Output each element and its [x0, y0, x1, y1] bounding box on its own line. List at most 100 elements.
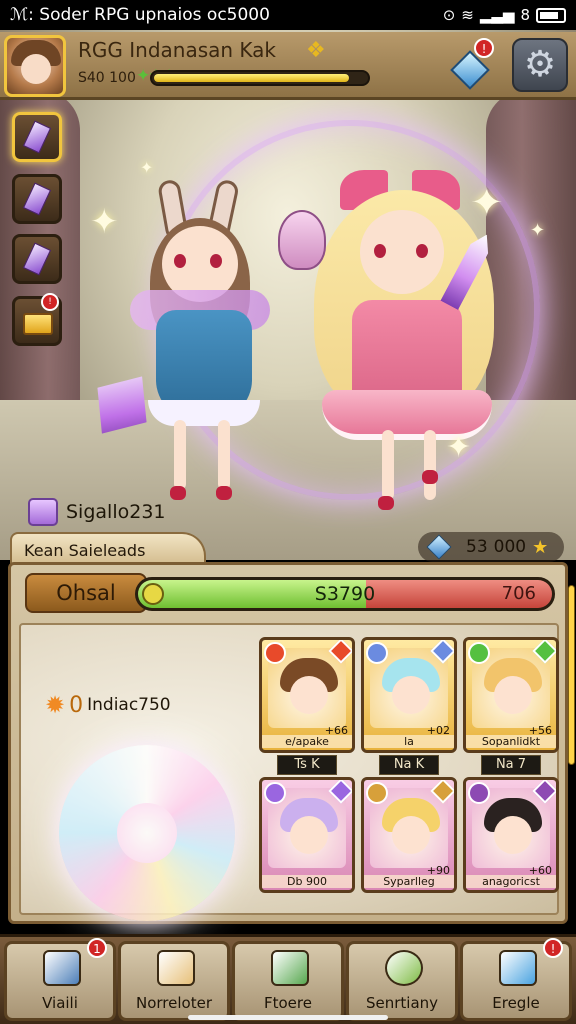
bonus-row: ✹ 0 Indiac750	[45, 691, 171, 719]
status-bar: ℳ: Soder RPG upnaios oc5000 ⊙ ≋ ▂▃▅ 8	[0, 0, 576, 30]
side-crystal-button-1[interactable]	[12, 112, 62, 162]
sparkle-3: ✦	[446, 430, 472, 465]
panel-title-tab: Kean Saieleads	[10, 532, 206, 566]
crown-icon: ❖	[306, 38, 326, 63]
character-card[interactable]: +66 e/apake	[259, 637, 355, 753]
status-title: ℳ: Soder RPG upnaios oc5000	[10, 5, 270, 25]
card-tag: Na K	[379, 755, 439, 775]
sparkle-5: ✦	[140, 158, 154, 177]
diamond-icon	[426, 534, 452, 560]
crystal-icon	[22, 120, 52, 154]
gem-pouch-icon	[22, 242, 52, 276]
panel-content: ✹ 0 Indiac750 +66 e/apake Ts K +02 la Na K +56…	[19, 623, 559, 921]
avatar-face	[21, 54, 51, 84]
nav-label: Senrtiany	[365, 994, 439, 1012]
hero-bunny-girl[interactable]	[120, 170, 290, 530]
card-name: Db 900	[262, 875, 352, 888]
scrollbar[interactable]	[568, 585, 575, 765]
xp-bar-fill	[154, 74, 349, 82]
card-name: Sopanlidkt	[466, 735, 556, 748]
card-face	[392, 816, 430, 854]
chest-notification-badge: !	[41, 293, 59, 311]
gem-shop-button[interactable]: !	[450, 38, 500, 90]
side-crystal-button-3[interactable]	[12, 234, 62, 284]
nav-button-senrtiany[interactable]: Senrtiany	[346, 941, 458, 1021]
card-face	[290, 816, 328, 854]
heart-shield-icon	[271, 950, 309, 986]
alarm-icon: ⊙	[442, 6, 456, 24]
currency-display: 53 000 ★	[418, 532, 564, 562]
side-chest-button[interactable]: !	[12, 293, 62, 346]
xp-bar	[150, 70, 370, 86]
top-hud: RGG Indanasan Kak ❖ S40 100 ✦★★ ! ⚙	[0, 32, 576, 100]
sparkle-2: ✦	[470, 180, 504, 226]
nav-button-eregle[interactable]: Eregle!	[460, 938, 572, 1021]
summon-panel: Ohsal S3790 706 ✹ 0 Indiac750 +66 e/apake…	[8, 562, 575, 924]
nav-notification-badge: !	[543, 938, 563, 958]
nav-button-ftoere[interactable]: Ftoere	[232, 941, 344, 1021]
card-name: Syparlleg	[364, 875, 454, 888]
card-tag: Na 7	[481, 755, 541, 775]
card-name: la	[364, 735, 454, 748]
currency-value-2: 000	[493, 537, 527, 557]
panel-tab[interactable]: Ohsal	[25, 573, 147, 613]
panel-title: Kean Saieleads	[24, 541, 146, 560]
player-score: S40 100	[78, 70, 136, 86]
card-face	[494, 676, 532, 714]
sparkle-4: ✦	[530, 220, 546, 241]
nav-notification-badge: 1	[87, 938, 107, 958]
home-indicator[interactable]	[188, 1015, 388, 1020]
character-card[interactable]: +56 Sopanlidkt	[463, 637, 559, 753]
hero-name: Sigallo231	[66, 501, 166, 523]
player-name: RGG Indanasan Kak	[78, 38, 277, 62]
nav-label: Eregle	[492, 994, 540, 1012]
side-crystal-button-2[interactable]	[12, 174, 62, 224]
currency-value: 53	[466, 537, 488, 557]
power-right-value: 706	[501, 583, 536, 604]
card-name: e/apake	[262, 735, 352, 748]
wifi-icon: ≋	[461, 6, 474, 24]
pet-creature	[278, 210, 326, 270]
crystal-icon	[22, 182, 52, 216]
element-icon	[468, 642, 490, 664]
hero-name-tag: Sigallo231	[28, 496, 166, 528]
power-bar: S3790 706	[135, 577, 555, 611]
nav-label: Norreloter	[136, 994, 212, 1012]
sparkle-1: ✦	[90, 202, 119, 242]
character-card[interactable]: +02 la	[361, 637, 457, 753]
battery-icon	[536, 7, 566, 23]
character-card[interactable]: +60 anagoricst	[463, 777, 559, 893]
element-icon	[366, 782, 388, 804]
card-face	[290, 676, 328, 714]
character-card[interactable]: +90 Syparlleg	[361, 777, 457, 893]
element-icon	[264, 782, 286, 804]
nav-button-norreloter[interactable]: Norreloter	[118, 941, 230, 1021]
gear-icon: ⚙	[523, 44, 557, 85]
element-icon	[468, 782, 490, 804]
nav-button-viaili[interactable]: Viaili 1	[4, 938, 116, 1021]
element-icon	[264, 642, 286, 664]
scroll-icon	[157, 950, 195, 986]
star-coin-icon: ★	[532, 536, 549, 558]
settings-button[interactable]: ⚙	[512, 38, 568, 92]
player-avatar[interactable]	[4, 35, 66, 97]
cube-icon	[499, 950, 537, 986]
summon-vortex[interactable]	[59, 745, 235, 921]
character-card[interactable]: Db 900	[259, 777, 355, 893]
signal-icon: ▂▃▅	[479, 6, 515, 24]
card-face	[392, 676, 430, 714]
element-icon	[366, 642, 388, 664]
burst-icon: ✹	[45, 691, 66, 719]
card-tag: Ts K	[277, 755, 337, 775]
chest-icon	[23, 313, 53, 335]
gem-notification-badge: !	[474, 38, 494, 58]
battery-number: 8	[520, 6, 530, 24]
status-icons: ⊙ ≋ ▂▃▅ 8	[443, 6, 566, 24]
bonus-number: 0	[69, 692, 84, 718]
bottom-nav: Viaili 1 Norreloter Ftoere Senrtiany Eregle!	[0, 934, 576, 1024]
bonus-text: Indiac750	[87, 695, 171, 715]
card-face	[494, 816, 532, 854]
battle-scene: ✦ ✦ ✦ ✦ ✦	[0, 30, 576, 560]
map-icon	[43, 950, 81, 986]
nav-label: Ftoere	[264, 994, 312, 1012]
